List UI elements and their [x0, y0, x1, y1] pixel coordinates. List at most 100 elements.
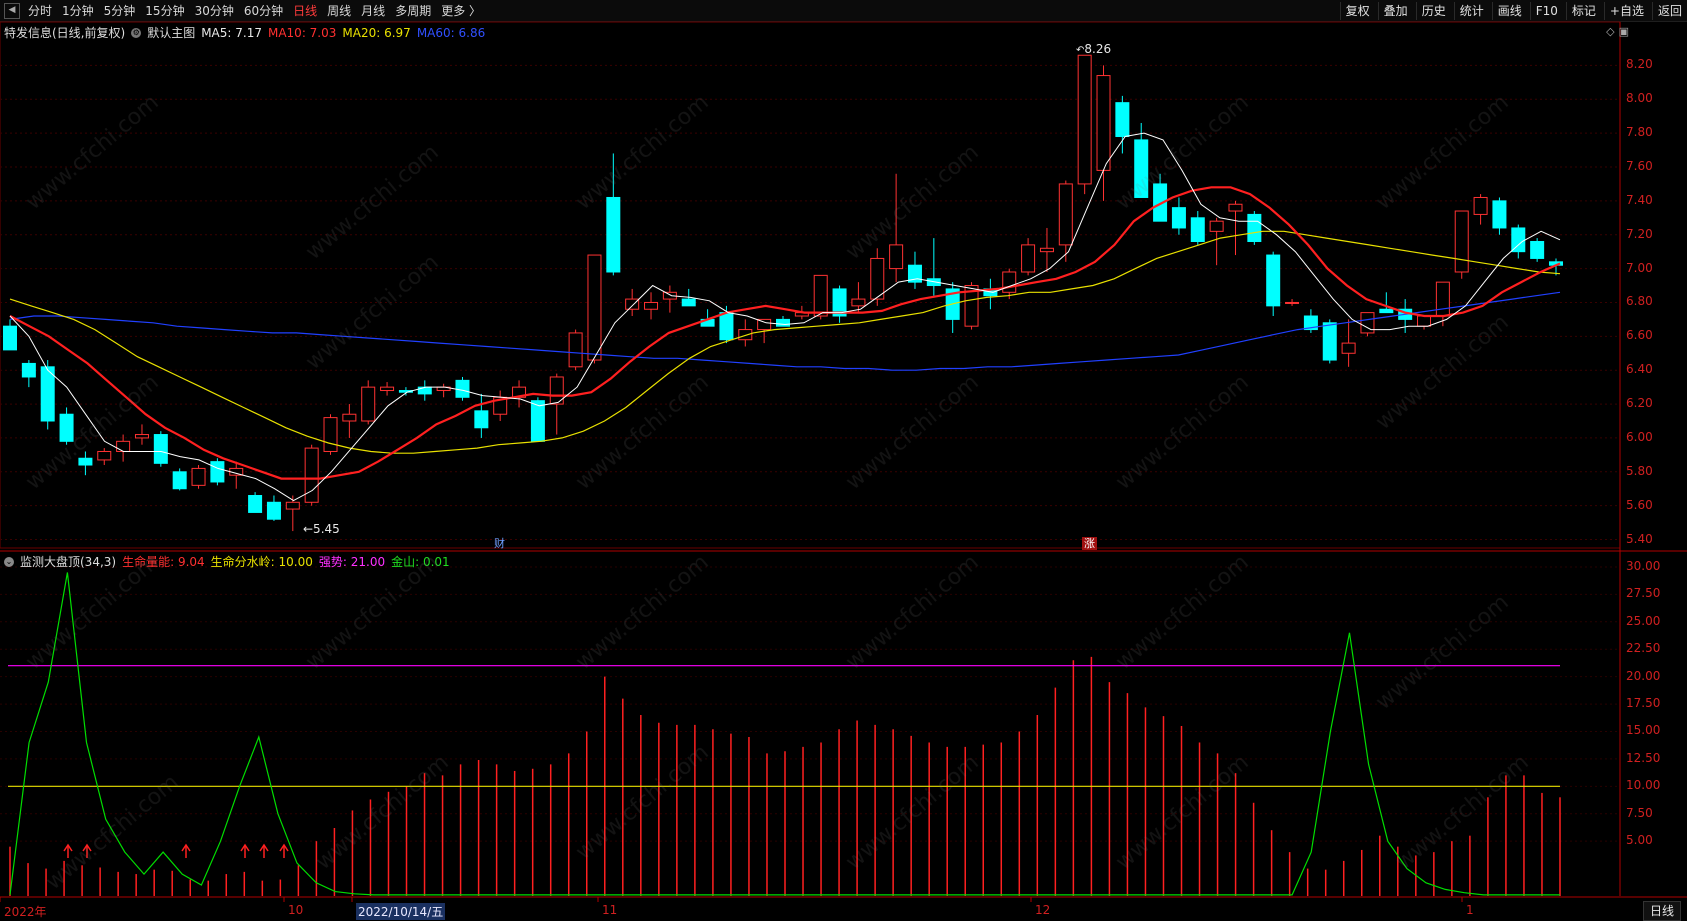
- candle-body: [323, 417, 338, 452]
- candle-body: [248, 495, 263, 513]
- candle-body: [738, 329, 753, 341]
- candle-body: [851, 298, 866, 307]
- date-tick: 11: [602, 903, 618, 917]
- candle-body: [1171, 207, 1186, 229]
- candle-body: [644, 301, 659, 310]
- candle-body: [210, 461, 225, 483]
- life-watershed-label: 生命分水岭: 10.00: [210, 555, 313, 569]
- candle-body: [3, 325, 17, 351]
- ma20-label: MA20: 6.97: [342, 25, 411, 40]
- candle-body: [153, 434, 168, 464]
- candle-body: [97, 450, 112, 461]
- template-selector[interactable]: ⚙ 默认主图: [131, 24, 195, 41]
- price-tick: 5.80: [1626, 463, 1653, 478]
- stock-title: 特发信息(日线,前复权): [4, 26, 126, 40]
- sub-tick: 30.00: [1626, 558, 1661, 573]
- candle-body: [304, 447, 319, 503]
- sub-legend: ⌄ 监测大盘顶(34,3) 生命量能: 9.04 生命分水岭: 10.00 强势…: [4, 553, 456, 570]
- candle-body: [1530, 241, 1545, 259]
- candle-body: [606, 196, 621, 273]
- template-label: 默认主图: [147, 26, 196, 40]
- candle-body: [1115, 102, 1130, 138]
- sub-tick: 7.50: [1626, 805, 1653, 820]
- candle-body: [1266, 254, 1281, 307]
- date-tick: 10: [288, 903, 304, 917]
- high-price-label: ↶8.26: [1076, 42, 1111, 56]
- period-button[interactable]: 日线: [1642, 901, 1681, 921]
- candle-body: [1322, 322, 1337, 361]
- gold-label: 金山: 0.01: [391, 555, 450, 569]
- panel-corner-icons: ◇ ▣: [1602, 25, 1629, 38]
- sub-tick: 12.50: [1626, 750, 1661, 765]
- candle-body: [116, 440, 131, 452]
- candle-body: [40, 366, 55, 422]
- diamond-icon[interactable]: ◇: [1606, 25, 1614, 38]
- candle-body: [1096, 75, 1111, 171]
- date-tick: 2022年: [4, 905, 47, 919]
- candle-body: [870, 257, 885, 300]
- candle-body: [1379, 308, 1394, 314]
- high-value: 8.26: [1084, 42, 1112, 56]
- sub-tick: 25.00: [1626, 613, 1661, 628]
- sub-tick: 5.00: [1626, 833, 1653, 848]
- ma5-line: [9, 132, 1561, 502]
- candle-body: [568, 332, 583, 368]
- candle-body: [1134, 139, 1149, 198]
- price-tick: 7.40: [1626, 192, 1653, 207]
- price-tick: 8.00: [1626, 91, 1653, 106]
- maximize-icon[interactable]: ▣: [1619, 25, 1629, 38]
- main-legend: 特发信息(日线,前复权) ⚙ 默认主图 MA5: 7.17 MA10: 7.03 …: [4, 24, 491, 41]
- price-tick: 5.40: [1626, 531, 1653, 546]
- candle-body: [587, 254, 602, 361]
- candle-body: [361, 386, 376, 422]
- ma5-label: MA5: 7.17: [201, 25, 262, 40]
- candle-body: [191, 467, 206, 486]
- candle-body: [1209, 220, 1224, 232]
- candle-body: [266, 501, 281, 520]
- limit-up-marker[interactable]: 涨: [1082, 537, 1097, 550]
- kline-chart-canvas[interactable]: [0, 0, 1687, 921]
- candle-body: [285, 501, 300, 510]
- price-tick: 7.80: [1626, 125, 1653, 140]
- candle-body: [889, 244, 904, 270]
- candle-body: [1247, 213, 1262, 243]
- candle-body: [78, 457, 93, 466]
- ma10-label: MA10: 7.03: [267, 25, 337, 40]
- candle-body: [1473, 196, 1488, 215]
- candle-body: [1228, 203, 1243, 212]
- candle-body: [59, 413, 74, 442]
- strong-label: 强势: 21.00: [318, 555, 386, 569]
- candle-body: [474, 410, 489, 429]
- date-tick: 1: [1466, 903, 1474, 917]
- candle-body: [1435, 281, 1450, 317]
- sub-tick: 17.50: [1626, 696, 1661, 711]
- sub-tick: 20.00: [1626, 668, 1661, 683]
- candle-body: [813, 274, 828, 317]
- candle-body: [134, 434, 149, 439]
- candle-body: [1492, 200, 1507, 229]
- price-tick: 7.00: [1626, 260, 1653, 275]
- candle-body: [1454, 210, 1469, 273]
- candle-body: [1190, 217, 1205, 243]
- sub-tick: 10.00: [1626, 778, 1661, 793]
- candle-body: [681, 298, 696, 307]
- price-tick: 6.00: [1626, 429, 1653, 444]
- candle-body: [172, 471, 187, 490]
- sub-tick: 15.00: [1626, 723, 1661, 738]
- candle-body: [1058, 183, 1073, 246]
- price-tick: 8.20: [1626, 57, 1653, 72]
- finance-marker[interactable]: 财: [492, 537, 507, 550]
- crosshair-date-label: 2022/10/14/五: [356, 903, 446, 920]
- candle-body: [1021, 244, 1036, 273]
- low-price-label: ←5.45: [303, 522, 340, 536]
- candle-body: [1077, 54, 1092, 185]
- life-energy-label: 生命量能: 9.04: [122, 555, 205, 569]
- chevron-down-icon[interactable]: ⌄: [4, 556, 14, 567]
- price-tick: 5.60: [1626, 497, 1653, 512]
- candle-body: [342, 413, 357, 422]
- candle-body: [380, 386, 395, 392]
- candle-body: [1285, 301, 1300, 304]
- price-tick: 7.60: [1626, 159, 1653, 173]
- price-tick: 6.60: [1626, 328, 1653, 343]
- indicator-name[interactable]: 监测大盘顶(34,3): [20, 553, 116, 570]
